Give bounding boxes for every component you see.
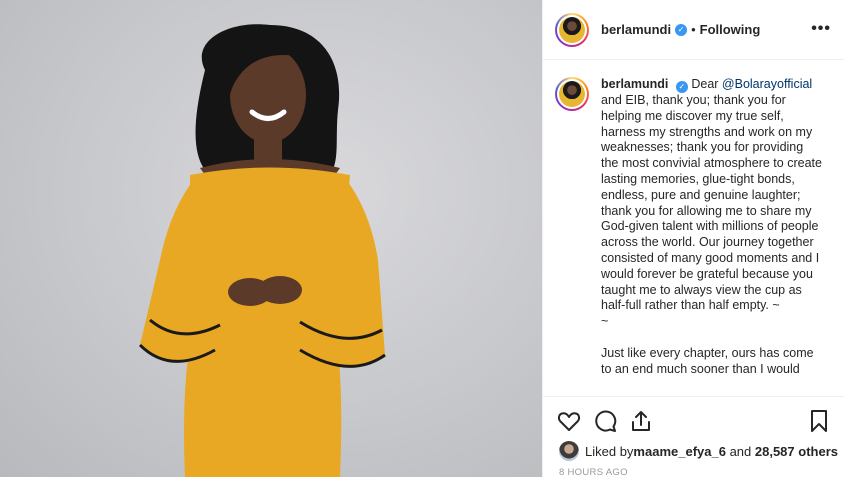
mention-link[interactable]: @Bolarayofficial <box>722 77 812 91</box>
separator-dot: • <box>691 22 696 37</box>
caption-prefix: Dear <box>691 77 722 91</box>
caption-verified-badge-icon: ✓ <box>675 81 688 93</box>
likes-summary: Liked by maame_efya_6 and 28,587 others <box>559 441 838 461</box>
action-bar: Liked by maame_efya_6 and 28,587 others … <box>543 396 844 477</box>
heart-icon[interactable] <box>557 409 581 433</box>
caption-avatar[interactable] <box>555 77 589 111</box>
verified-badge-icon: ✓ <box>675 23 688 36</box>
woman-in-yellow-dress-image <box>138 24 386 477</box>
author-username[interactable]: berlamundi <box>601 22 671 37</box>
likes-prefix: Liked by <box>585 443 634 459</box>
liker-avatar[interactable] <box>559 441 579 461</box>
bookmark-icon[interactable] <box>807 409 831 433</box>
liker-username[interactable]: maame_efya_6 <box>633 444 726 459</box>
caption-section: berlamundi ✓ Dear @Bolarayofficial and E… <box>543 61 844 396</box>
likes-count-link[interactable]: 28,587 others <box>755 444 838 459</box>
caption-paragraph-2: Just like every chapter, ours has come t… <box>601 345 814 376</box>
share-icon[interactable] <box>629 409 653 433</box>
caption-paragraph-1: and EIB, thank you; thank you for helpin… <box>601 93 822 313</box>
caption-username[interactable]: berlamundi <box>601 77 668 91</box>
comment-icon[interactable] <box>593 409 617 433</box>
post-photo[interactable] <box>0 0 542 477</box>
post-sidebar: berlamundi ✓ • Following ••• berlamundi … <box>542 0 844 477</box>
caption-text: berlamundi ✓ Dear @Bolarayofficial and E… <box>601 77 823 396</box>
post-timestamp[interactable]: 8 HOURS AGO <box>559 467 628 477</box>
likes-middle: and <box>725 443 755 459</box>
following-button[interactable]: Following <box>700 22 761 37</box>
caption-tilde: ~ <box>601 314 609 329</box>
more-options-icon[interactable]: ••• <box>811 20 831 38</box>
author-avatar[interactable] <box>555 12 589 47</box>
post-header: berlamundi ✓ • Following ••• <box>543 0 844 60</box>
